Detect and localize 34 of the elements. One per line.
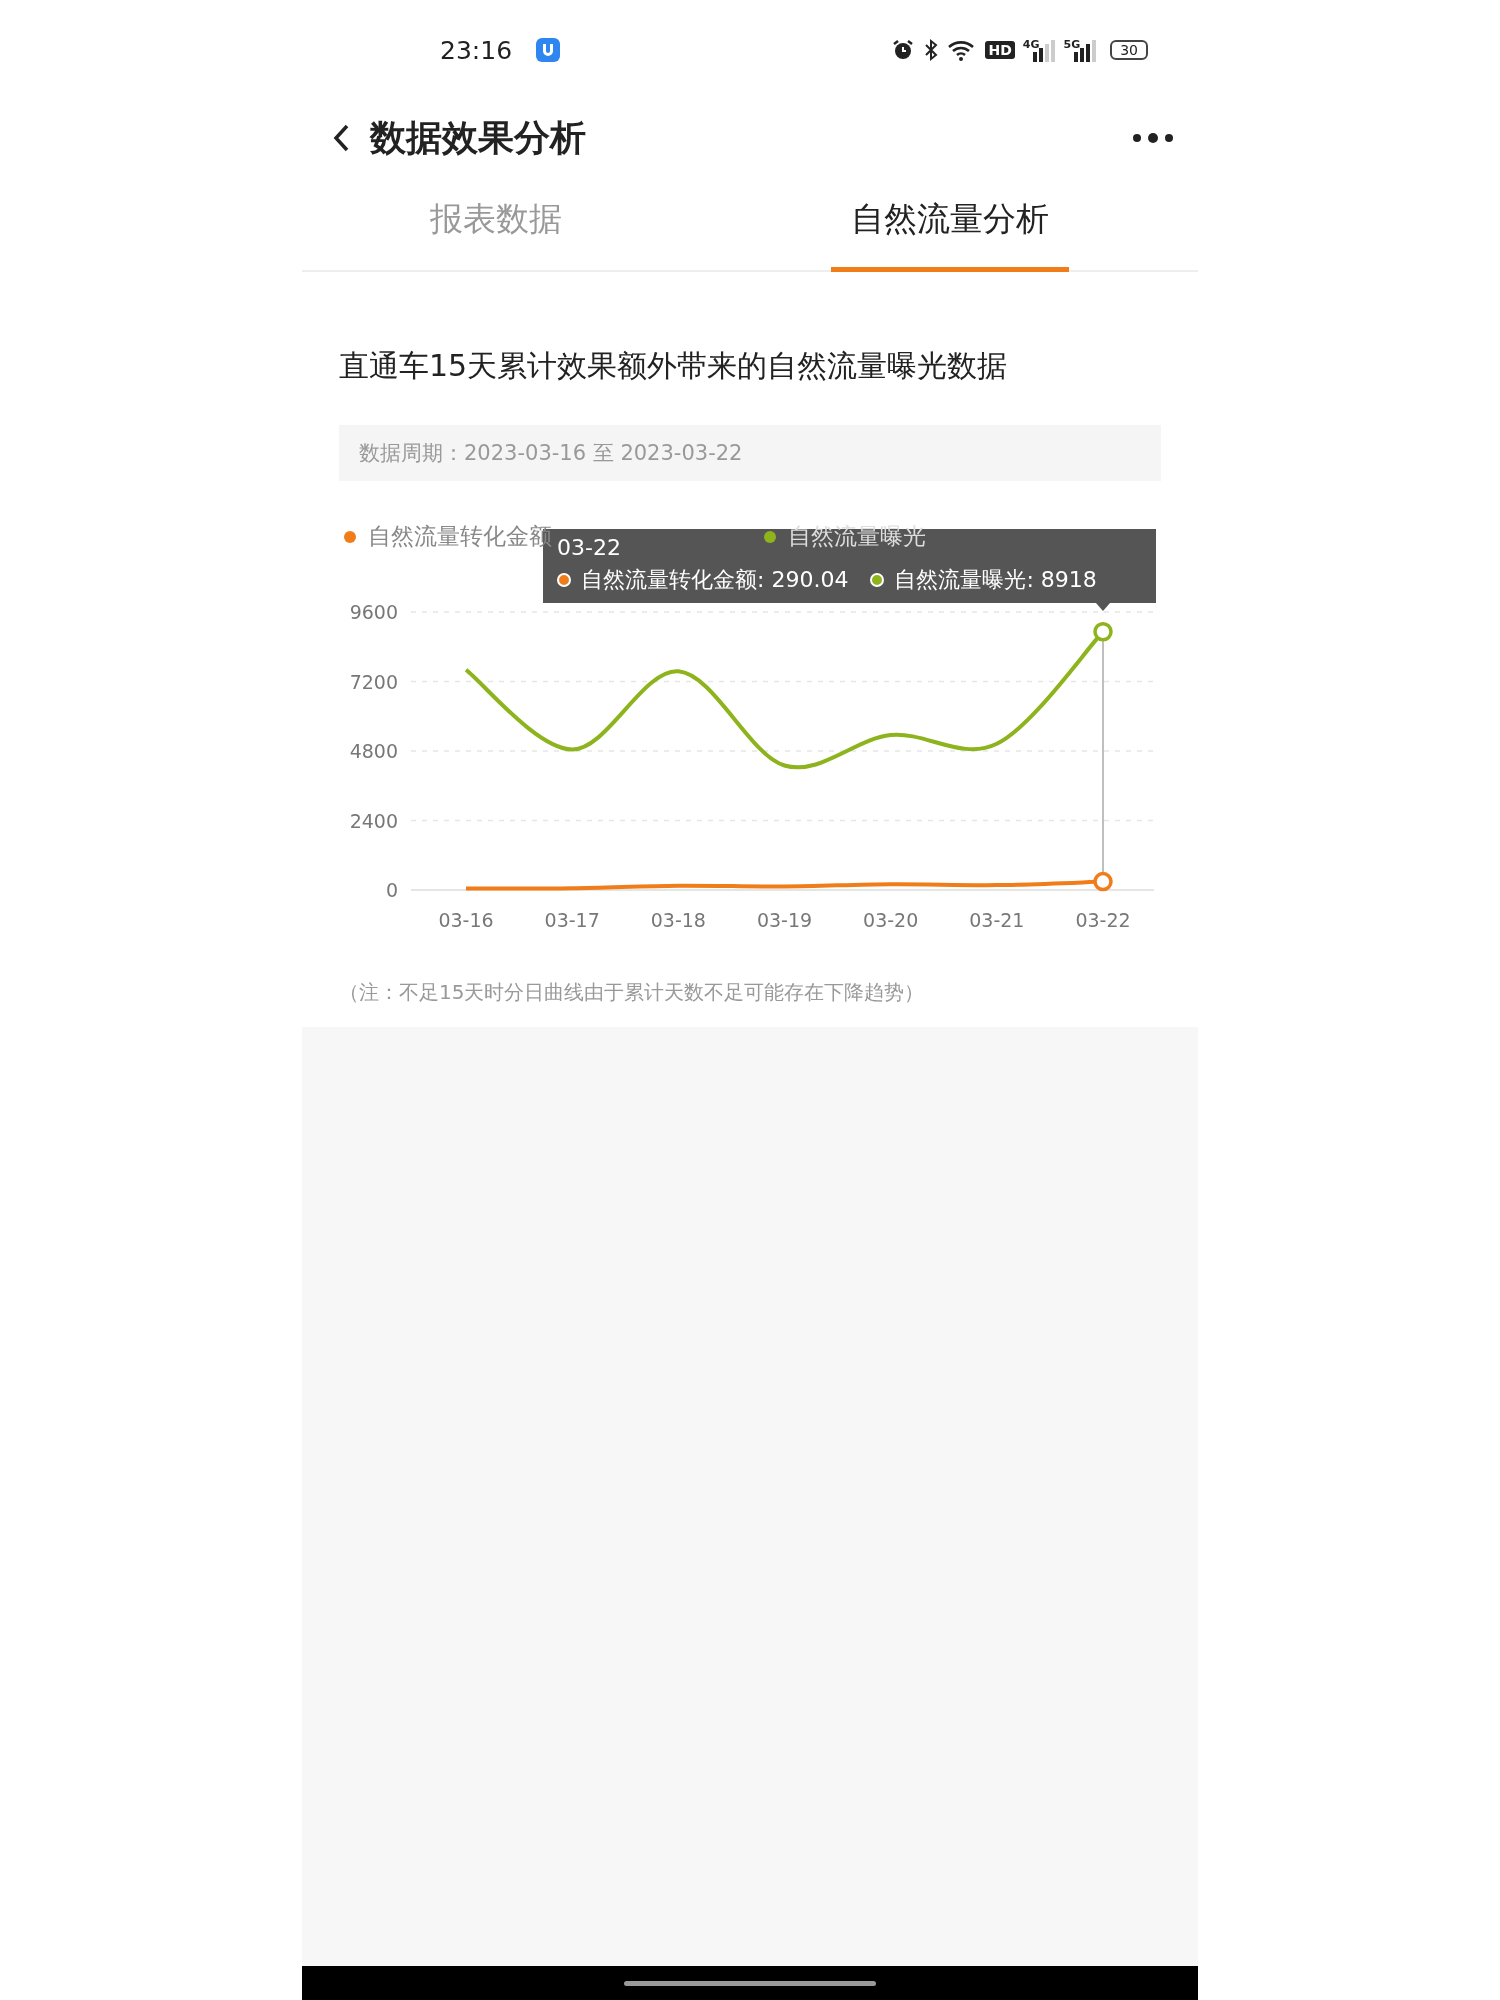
tooltip-value: 自然流量转化金额: 290.04 (581, 566, 849, 594)
x-axis-label: 03-20 (863, 909, 919, 931)
y-axis-label: 4800 (349, 740, 398, 762)
footnote: （注：不足15天时分日曲线由于累计天数不足可能存在下降趋势） (338, 979, 926, 1006)
app-notification-icon (536, 38, 561, 62)
legend-label[interactable]: 自然流量曝光 (788, 521, 926, 552)
section-heading: 直通车15天累计效果额外带来的自然流量曝光数据 (339, 347, 1009, 385)
y-axis-label: 9600 (349, 601, 398, 623)
battery-level: 30 (1110, 40, 1148, 60)
point-marker (1093, 622, 1113, 642)
tooltip-date: 03-22 (557, 534, 621, 562)
home-indicator[interactable] (624, 1980, 876, 1986)
back-icon[interactable] (332, 123, 350, 153)
x-axis-label: 03-18 (650, 909, 706, 931)
x-axis-label: 03-16 (438, 909, 494, 931)
tab[interactable]: 报表数据 (410, 176, 582, 272)
network-label: 5G (1063, 38, 1081, 51)
y-axis-label: 7200 (349, 670, 398, 693)
x-axis-label: 03-21 (969, 909, 1025, 931)
network-label: 4G (1022, 38, 1040, 51)
tab[interactable]: 自然流量分析 (831, 176, 1069, 272)
bluetooth-icon (923, 38, 940, 62)
tooltip-value: 自然流量曝光: 8918 (894, 566, 1097, 594)
x-axis-label: 03-22 (1075, 909, 1131, 931)
status-time: 23:16 (440, 35, 513, 65)
y-axis-label: 0 (385, 879, 398, 901)
x-axis-label: 03-17 (544, 909, 600, 931)
more-icon[interactable] (1132, 132, 1174, 144)
date-range-bar: 数据周期：2023-03-16 至 2023-03-22 (339, 425, 1161, 481)
point-marker (1093, 871, 1113, 892)
page-title: 数据效果分析 (370, 115, 587, 160)
x-axis-label: 03-19 (756, 909, 813, 931)
hd-badge: HD (985, 41, 1015, 59)
y-axis-label: 2400 (349, 809, 398, 832)
